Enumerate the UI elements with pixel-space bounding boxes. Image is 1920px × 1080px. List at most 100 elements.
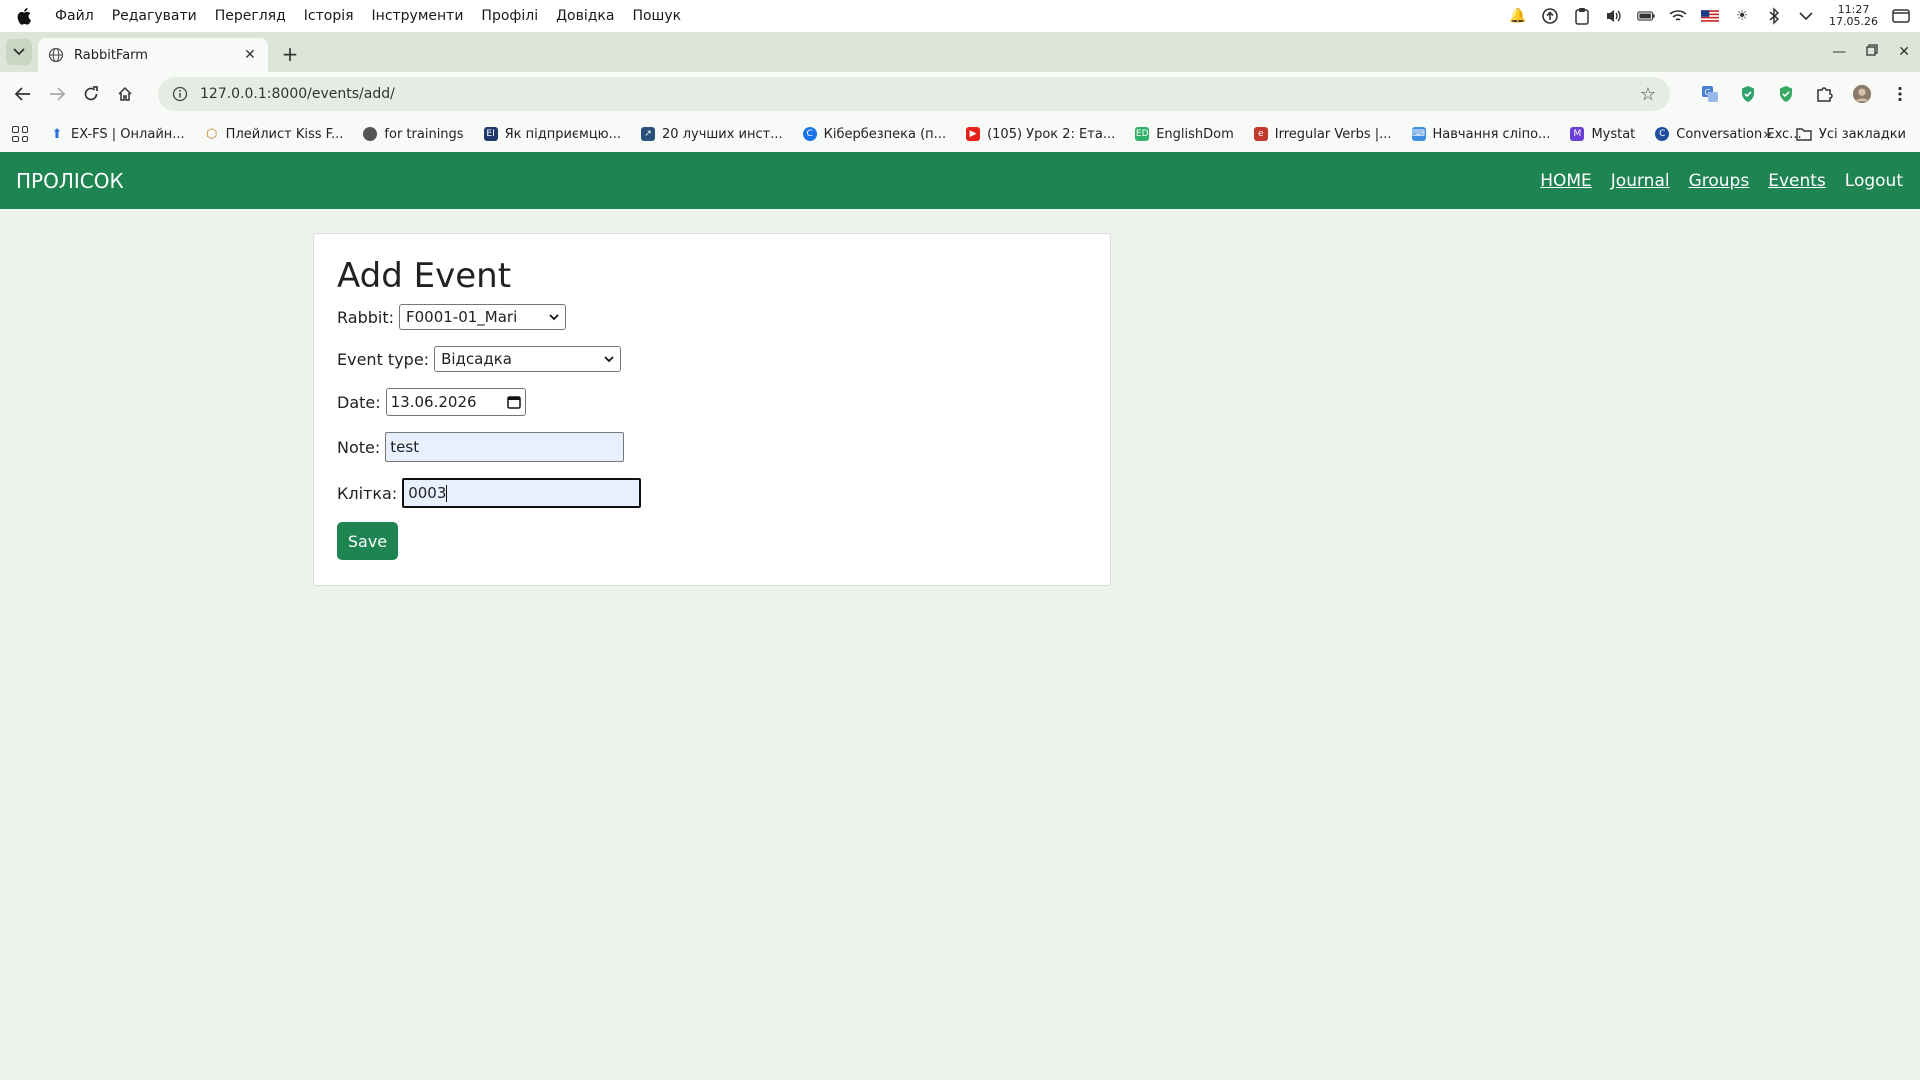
youtube-icon: ▶	[966, 127, 981, 141]
bookmark-item[interactable]: ⬆ EX-FS | Онлайн...	[40, 127, 195, 142]
address-bar[interactable]: 127.0.0.1:8000/events/add/ ☆	[158, 77, 1670, 111]
tab-title: RabbitFarm	[74, 47, 148, 63]
chevron-down-icon[interactable]	[1797, 7, 1815, 25]
bookmark-item[interactable]: for trainings	[353, 127, 473, 142]
bookmarks-bar: ⬆ EX-FS | Онлайн... ⬡ Плейлист Kiss F... f…	[0, 116, 1920, 152]
puzzle-extensions-icon[interactable]	[1814, 84, 1834, 104]
active-tab[interactable]: RabbitFarm ✕	[38, 38, 268, 72]
globe-icon	[363, 127, 378, 141]
page-title: Add Event	[337, 256, 512, 296]
brightness-icon[interactable]: ☀	[1733, 7, 1751, 25]
os-menu-history[interactable]: Історія	[295, 8, 363, 24]
rabbit-row: Rabbit: F0001-01_Mari	[337, 304, 1087, 330]
os-menu-tools[interactable]: Інструменти	[363, 8, 473, 24]
all-bookmarks-label: Усі закладки	[1818, 126, 1906, 142]
nav-home-link[interactable]: HOME	[1540, 171, 1592, 191]
bookmark-item[interactable]: ↗ 20 лучших инст...	[631, 127, 793, 142]
nav-events-link[interactable]: Events	[1768, 171, 1826, 191]
tab-search-button[interactable]	[6, 39, 32, 65]
bookmark-item[interactable]: ⌨ Навчання сліпо...	[1402, 127, 1561, 142]
forward-button[interactable]	[40, 77, 74, 111]
cage-input[interactable]: 0003	[402, 478, 642, 508]
volume-icon[interactable]	[1605, 7, 1623, 25]
globe-icon	[48, 47, 64, 63]
home-button[interactable]	[108, 77, 142, 111]
system-clock[interactable]: 11:27 17.05.26	[1829, 4, 1878, 28]
bookmark-item[interactable]: e Irregular Verbs |...	[1244, 127, 1402, 142]
calendar-icon[interactable]	[506, 395, 521, 409]
close-icon[interactable]: ✕	[242, 47, 258, 63]
star-bookmark-icon[interactable]: ☆	[1640, 84, 1656, 105]
bookmark-item[interactable]: ED EnglishDom	[1125, 127, 1244, 142]
chevron-down-icon	[13, 48, 25, 56]
minimize-icon[interactable]: —	[1832, 44, 1846, 60]
home-icon	[118, 86, 132, 101]
event-type-row: Event type: Відсадка	[337, 346, 1087, 372]
wifi-icon[interactable]	[1669, 7, 1687, 25]
apps-grid-icon[interactable]	[12, 126, 28, 142]
nav-logout-link[interactable]: Logout	[1845, 171, 1903, 191]
os-menu-profiles[interactable]: Профілі	[472, 8, 547, 24]
os-menu-file[interactable]: Файл	[46, 8, 103, 24]
date-input[interactable]: 13.06.2026	[385, 388, 526, 416]
site-favicon-icon: ↗	[641, 127, 656, 141]
arrow-right-icon	[50, 87, 65, 101]
os-menu-view[interactable]: Перегляд	[206, 8, 295, 24]
shield-extension-icon[interactable]	[1738, 84, 1758, 104]
tab-strip: RabbitFarm ✕ + — ✕	[0, 32, 1920, 72]
event-type-select[interactable]: Відсадка	[434, 346, 622, 372]
rabbit-selected-value: F0001-01_Mari	[406, 308, 518, 326]
site-brand[interactable]: ПРОЛІСОК	[16, 169, 124, 193]
battery-icon[interactable]	[1637, 7, 1655, 25]
event-type-label: Event type:	[337, 349, 430, 369]
site-favicon-icon: M	[1570, 127, 1585, 141]
date-row: Date: 13.06.2026	[337, 388, 1087, 416]
save-button[interactable]: Save	[337, 522, 398, 560]
note-value: test	[390, 438, 420, 456]
restore-icon[interactable]	[1866, 44, 1878, 60]
avatar[interactable]	[1852, 84, 1872, 104]
apple-icon[interactable]	[14, 5, 36, 27]
date-value: 13.06.2026	[390, 393, 477, 411]
show-desktop-icon[interactable]	[1892, 7, 1910, 25]
new-tab-button[interactable]: +	[276, 40, 304, 68]
reload-button[interactable]	[74, 77, 108, 111]
os-menu-help[interactable]: Довідка	[547, 8, 623, 24]
back-button[interactable]	[6, 77, 40, 111]
site-favicon-icon: ЕІ	[483, 127, 498, 141]
note-row: Note: test	[337, 432, 1087, 462]
us-flag-icon[interactable]	[1701, 7, 1720, 25]
os-menu-search[interactable]: Пошук	[623, 8, 690, 24]
all-bookmarks-button[interactable]: Усі закладки	[1796, 116, 1906, 152]
note-label: Note:	[337, 437, 381, 457]
bookmark-item[interactable]: ⬡ Плейлист Kiss F...	[195, 127, 354, 142]
url-text: 127.0.0.1:8000/events/add/	[200, 86, 395, 102]
clipboard-icon[interactable]	[1573, 7, 1591, 25]
reload-icon	[84, 86, 98, 101]
chevron-down-icon	[604, 353, 614, 366]
update-icon[interactable]	[1541, 7, 1559, 25]
bookmark-item[interactable]: ЕІ Як підприємцю...	[474, 127, 631, 142]
bookmark-item[interactable]: C Conversation Exc...	[1645, 127, 1811, 142]
more-bookmarks-icon[interactable]: »	[1763, 116, 1772, 152]
bookmark-item[interactable]: C Кібербезпека (п...	[793, 127, 956, 142]
adblock-extension-icon[interactable]	[1776, 84, 1796, 104]
more-menu-icon[interactable]	[1890, 84, 1910, 104]
close-window-icon[interactable]: ✕	[1898, 44, 1910, 60]
bookmark-item[interactable]: M Mystat	[1560, 127, 1645, 142]
notification-bell-icon[interactable]: 🔔	[1509, 7, 1527, 25]
bluetooth-icon[interactable]	[1765, 7, 1783, 25]
translate-extension-icon[interactable]: G	[1700, 84, 1720, 104]
chevron-down-icon	[549, 311, 559, 324]
os-menu-edit[interactable]: Редагувати	[103, 8, 206, 24]
box-icon: ⬡	[205, 126, 218, 142]
nav-journal-link[interactable]: Journal	[1611, 171, 1670, 191]
arrow-left-icon	[15, 87, 30, 101]
nav-groups-link[interactable]: Groups	[1689, 171, 1750, 191]
bookmark-item[interactable]: ▶ (105) Урок 2: Ета...	[956, 127, 1125, 142]
clock-date: 17.05.26	[1829, 15, 1878, 28]
rabbit-select[interactable]: F0001-01_Mari	[399, 304, 566, 330]
site-info-icon[interactable]	[172, 86, 188, 102]
site-favicon-icon: ⌨	[1411, 127, 1426, 141]
note-input[interactable]: test	[385, 432, 625, 462]
